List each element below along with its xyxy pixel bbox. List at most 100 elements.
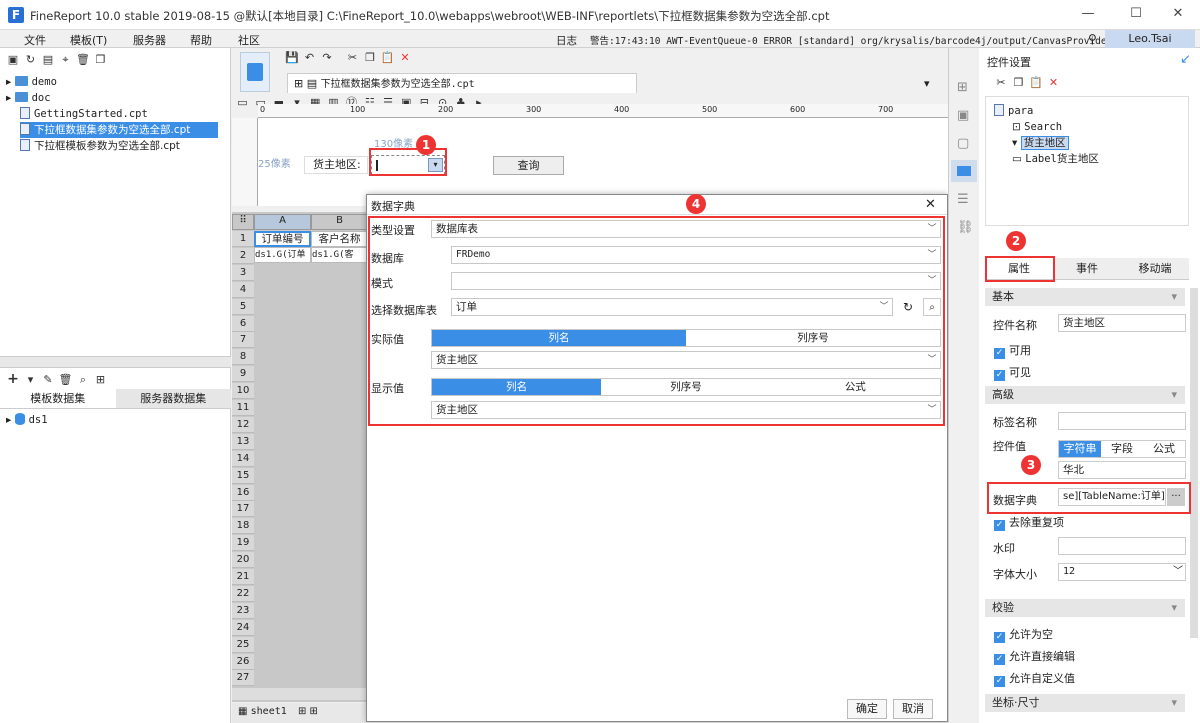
user-name[interactable]: Leo.Tsai [1105, 30, 1195, 48]
row-number[interactable]: 23 [232, 602, 254, 619]
widget-settings-icon[interactable] [951, 160, 977, 182]
undo-icon[interactable]: ↶ [303, 51, 317, 65]
vertical-scrollbar[interactable] [1190, 288, 1198, 638]
condition-icon[interactable]: ☰ [957, 192, 969, 207]
column-header-b[interactable]: B [311, 214, 368, 230]
section-advanced[interactable]: 高级 ▾ [985, 386, 1185, 404]
tree-node-para[interactable]: para [994, 103, 1033, 119]
chevron-down-icon[interactable]: ﹀ [924, 402, 940, 418]
row-number[interactable]: 2 [232, 247, 254, 264]
preview-icon[interactable]: ⌕ [76, 373, 90, 387]
section-basic[interactable]: 基本 ▾ [985, 288, 1185, 306]
widget-name-input[interactable]: 货主地区 [1058, 314, 1186, 332]
edit-icon[interactable]: ✎ [41, 373, 55, 387]
cell-attr-icon[interactable]: ⊞ [957, 80, 968, 95]
corner-cell[interactable]: ⠿ [232, 214, 254, 230]
menu-template[interactable]: 模板(T) [70, 32, 107, 48]
font-size-select[interactable]: 12 ﹀ [1058, 563, 1186, 581]
row-number[interactable]: 20 [232, 552, 254, 569]
visible-checkbox[interactable]: ✓ 可见 [994, 364, 1031, 381]
tab-template-dataset[interactable]: 模板数据集 [0, 389, 116, 408]
paste-icon[interactable]: 📋 [381, 51, 395, 65]
allow-custom-checkbox[interactable]: ✓ 允许自定义值 [994, 670, 1075, 687]
tab-actual-column-name[interactable]: 列名 [432, 330, 686, 346]
data-dictionary-edit-button[interactable]: ··· [1167, 488, 1185, 506]
copy-icon[interactable]: ❐ [94, 53, 108, 67]
collapse-icon[interactable]: ▾ [1171, 694, 1177, 712]
row-number[interactable]: 15 [232, 467, 254, 484]
tab-actual-column-index[interactable]: 列序号 [686, 330, 940, 346]
row-number[interactable]: 25 [232, 636, 254, 653]
tag-name-input[interactable] [1058, 412, 1186, 430]
expand-arrow-icon[interactable]: ▸ [6, 92, 15, 104]
row-number[interactable]: 26 [232, 653, 254, 670]
cell-b2[interactable]: ds1.G(客 [311, 247, 368, 263]
tree-item-selected-file[interactable]: 下拉框数据集参数为空选全部.cpt [20, 122, 218, 138]
row-number[interactable]: 27 [232, 670, 254, 687]
hyperlink-icon[interactable]: ⛓ [957, 220, 974, 235]
chevron-down-icon[interactable]: ﹀ [924, 247, 940, 263]
row-number[interactable]: 13 [232, 433, 254, 450]
section-position-size[interactable]: 坐标·尺寸 ▾ [985, 694, 1185, 712]
save-icon[interactable]: 💾 [285, 51, 299, 65]
preview-icon[interactable]: ⌕ [923, 298, 941, 316]
database-select[interactable]: FRDemo ﹀ [451, 246, 941, 264]
row-number[interactable]: 24 [232, 619, 254, 636]
refresh-icon[interactable]: ↻ [24, 53, 38, 67]
tree-node-combo[interactable]: ▾ 货主地区 [1012, 135, 1069, 151]
table-select[interactable]: 订单 ﹀ [451, 298, 893, 316]
chevron-down-icon[interactable]: ﹀ [1173, 564, 1183, 580]
tab-display-column-name[interactable]: 列名 [432, 379, 602, 395]
section-validation[interactable]: 校验 ▾ [985, 599, 1185, 617]
chevron-down-icon[interactable]: ﹀ [924, 273, 940, 289]
row-number[interactable]: 22 [232, 585, 254, 602]
tree-item-demo[interactable]: ▸ demo [6, 74, 57, 90]
collapse-icon[interactable]: ▾ [1171, 386, 1177, 404]
combo-arrow-icon[interactable]: ▾ [428, 158, 443, 172]
enabled-checkbox[interactable]: ✓ 可用 [994, 342, 1031, 359]
collapse-panel-icon[interactable]: ↙ [1180, 52, 1191, 67]
cut-icon[interactable]: ✂ [346, 51, 360, 65]
display-value-select[interactable]: 货主地区 ﹀ [431, 401, 941, 419]
expand-arrow-icon[interactable]: ▸ [6, 414, 15, 426]
query-button[interactable]: 查询 [493, 156, 564, 175]
row-number[interactable]: 7 [232, 332, 254, 349]
open-icon[interactable]: ▤ [41, 53, 55, 67]
row-number[interactable]: 18 [232, 518, 254, 535]
chevron-down-icon[interactable]: ﹀ [924, 352, 940, 368]
actual-value-select[interactable]: 货主地区 ﹀ [431, 351, 941, 369]
dropdown-arrow-icon[interactable]: ▾ [24, 373, 38, 387]
expand-arrow-icon[interactable]: ▸ [6, 76, 15, 88]
row-number[interactable]: 1 [232, 231, 254, 247]
locate-icon[interactable]: ⌖ [59, 53, 73, 67]
data-dictionary-value[interactable]: se][TableName:订单] [1058, 488, 1166, 506]
log-button[interactable]: 日志 [556, 33, 577, 48]
tab-display-column-index[interactable]: 列序号 [601, 379, 770, 395]
widget-value-input[interactable]: 华北 [1058, 461, 1186, 479]
row-number[interactable]: 11 [232, 400, 254, 416]
add-chart-sheet-icon[interactable]: ⊞ [310, 706, 318, 717]
watermark-input[interactable] [1058, 537, 1186, 555]
cut-icon[interactable]: ✂ [994, 76, 1008, 90]
tab-properties[interactable]: 属性 [985, 258, 1053, 279]
cell-b1[interactable]: 客户名称 [311, 231, 368, 247]
cancel-button[interactable]: 取消 [893, 699, 933, 719]
paste-icon[interactable]: 📋 [1029, 76, 1043, 90]
delete-icon[interactable]: ✕ [398, 51, 412, 65]
search-icon[interactable]: ⚲ [1088, 32, 1097, 46]
minimize-button[interactable]: — [1068, 6, 1108, 24]
collapse-icon[interactable]: ▾ [1171, 599, 1177, 617]
row-number[interactable]: 9 [232, 366, 254, 383]
row-number[interactable]: 8 [232, 349, 254, 366]
ok-button[interactable]: 确定 [847, 699, 887, 719]
redo-icon[interactable]: ↷ [320, 51, 334, 65]
dialog-close-button[interactable]: ✕ [925, 197, 936, 212]
maximize-button[interactable]: ☐ [1116, 6, 1156, 24]
tree-node-label[interactable]: ▭ Label货主地区 [1012, 151, 1099, 167]
remove-duplicates-checkbox[interactable]: ✓ 去除重复项 [994, 514, 1064, 531]
editor-tab[interactable]: ⊞ ▤ 下拉框数据集参数为空选全部.cpt [287, 73, 637, 93]
param-combo-widget[interactable]: ▾ [371, 155, 445, 175]
tab-events[interactable]: 事件 [1053, 258, 1121, 279]
row-number[interactable]: 6 [232, 315, 254, 332]
horizontal-scrollbar[interactable] [232, 688, 368, 700]
